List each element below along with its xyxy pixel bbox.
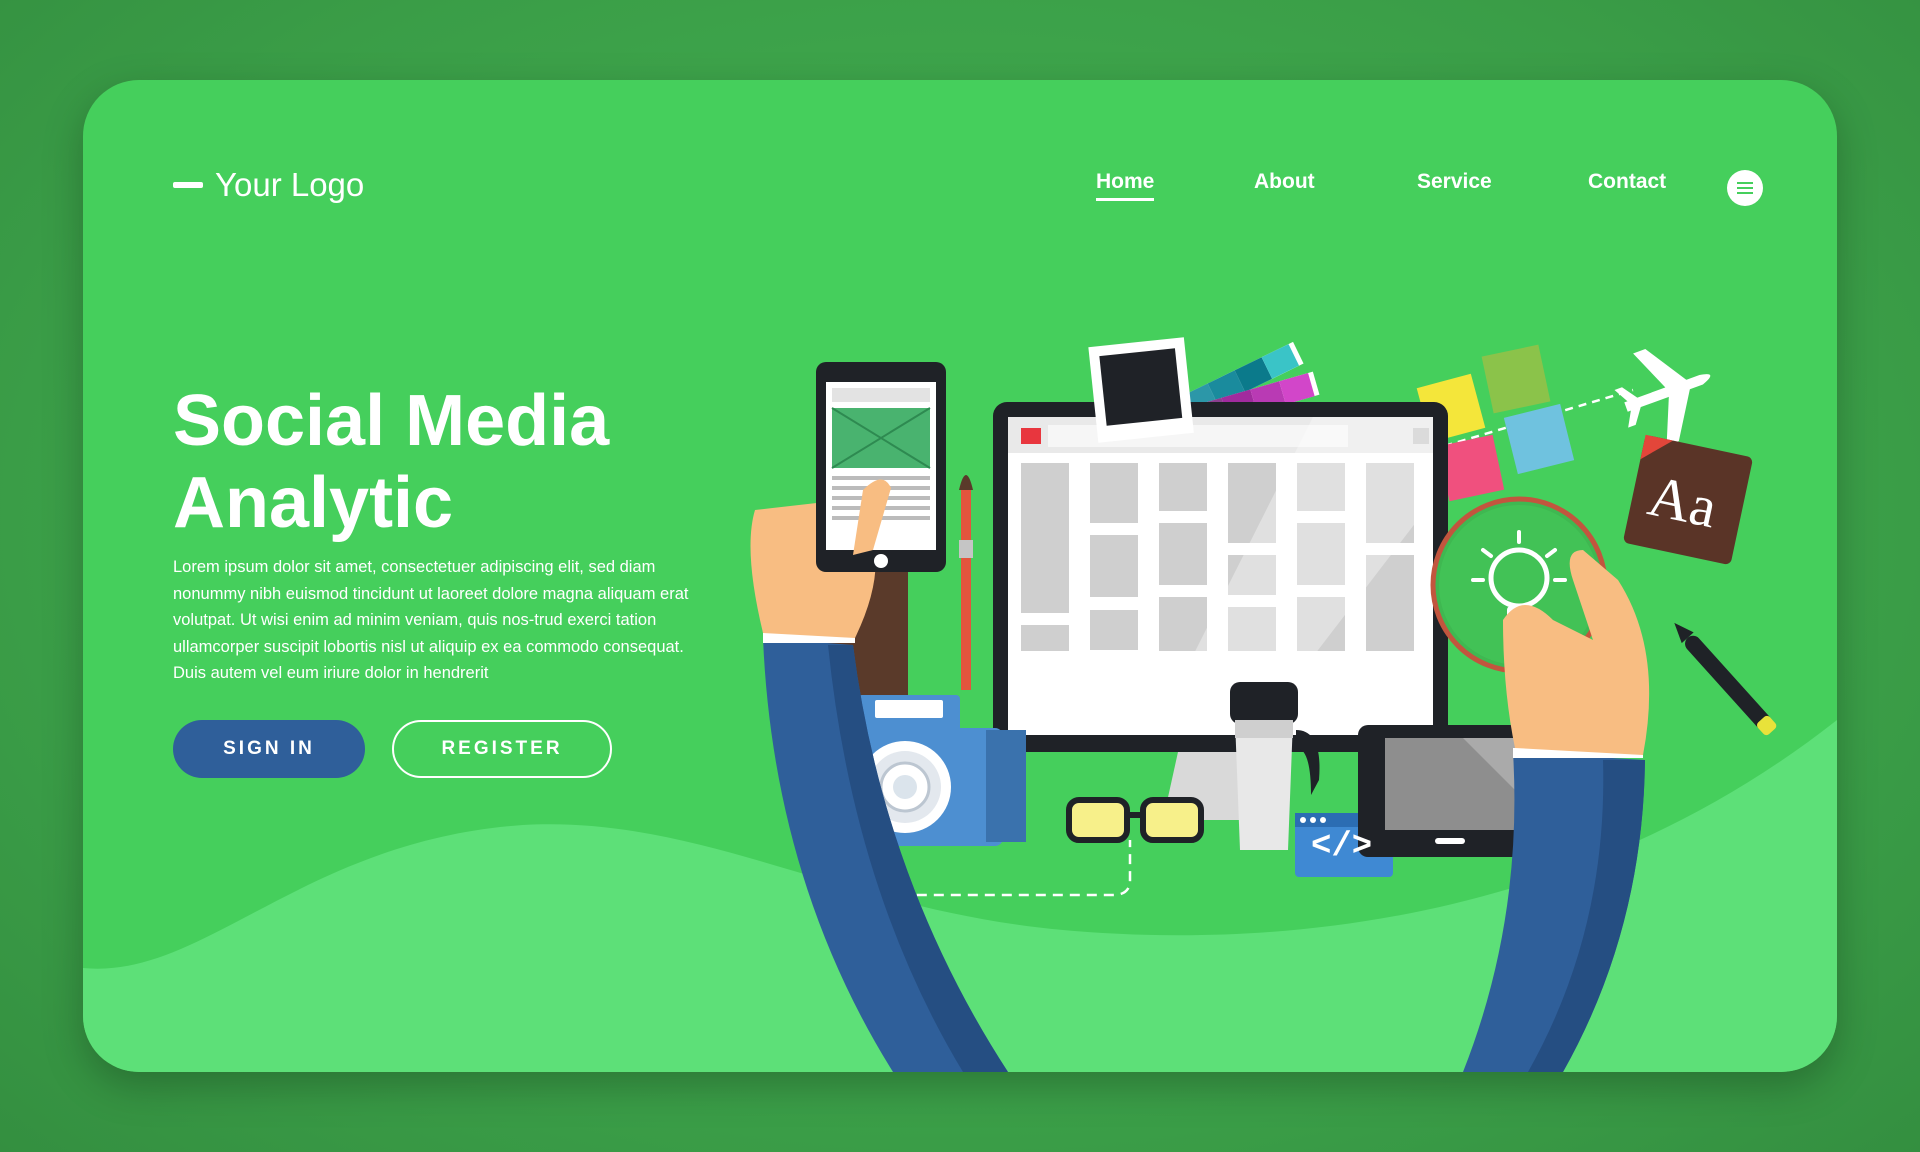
paint-brush <box>959 475 973 690</box>
landing-card: Your Logo Home About Service Contact Soc… <box>83 80 1837 1072</box>
hero-description: Lorem ipsum dolor sit amet, consectetuer… <box>173 558 689 682</box>
polaroid-photo <box>1088 337 1194 443</box>
main-nav: Home About Service Contact <box>83 170 1837 220</box>
hero-title-line2: Analytic <box>173 463 454 543</box>
font-card-label: Aa <box>1642 462 1723 541</box>
drawing-tablet <box>1358 725 1536 857</box>
hamburger-icon <box>1737 187 1753 189</box>
hamburger-menu-button[interactable] <box>1727 170 1763 206</box>
code-icon-label: </> <box>1311 828 1373 866</box>
eyeglasses <box>1066 797 1204 843</box>
hero-title: Social Media Analytic <box>173 380 733 544</box>
nav-about[interactable]: About <box>1254 170 1315 198</box>
sign-in-button[interactable]: SIGN IN <box>173 720 365 778</box>
nav-home[interactable]: Home <box>1096 170 1155 201</box>
airplane-icon <box>1614 348 1711 446</box>
stylus-pen <box>1674 622 1777 736</box>
nav-contact[interactable]: Contact <box>1588 170 1666 198</box>
nav-service[interactable]: Service <box>1417 170 1492 198</box>
hero-title-line1: Social Media <box>173 381 610 461</box>
smartphone <box>816 362 946 572</box>
register-button[interactable]: REGISTER <box>392 720 612 778</box>
